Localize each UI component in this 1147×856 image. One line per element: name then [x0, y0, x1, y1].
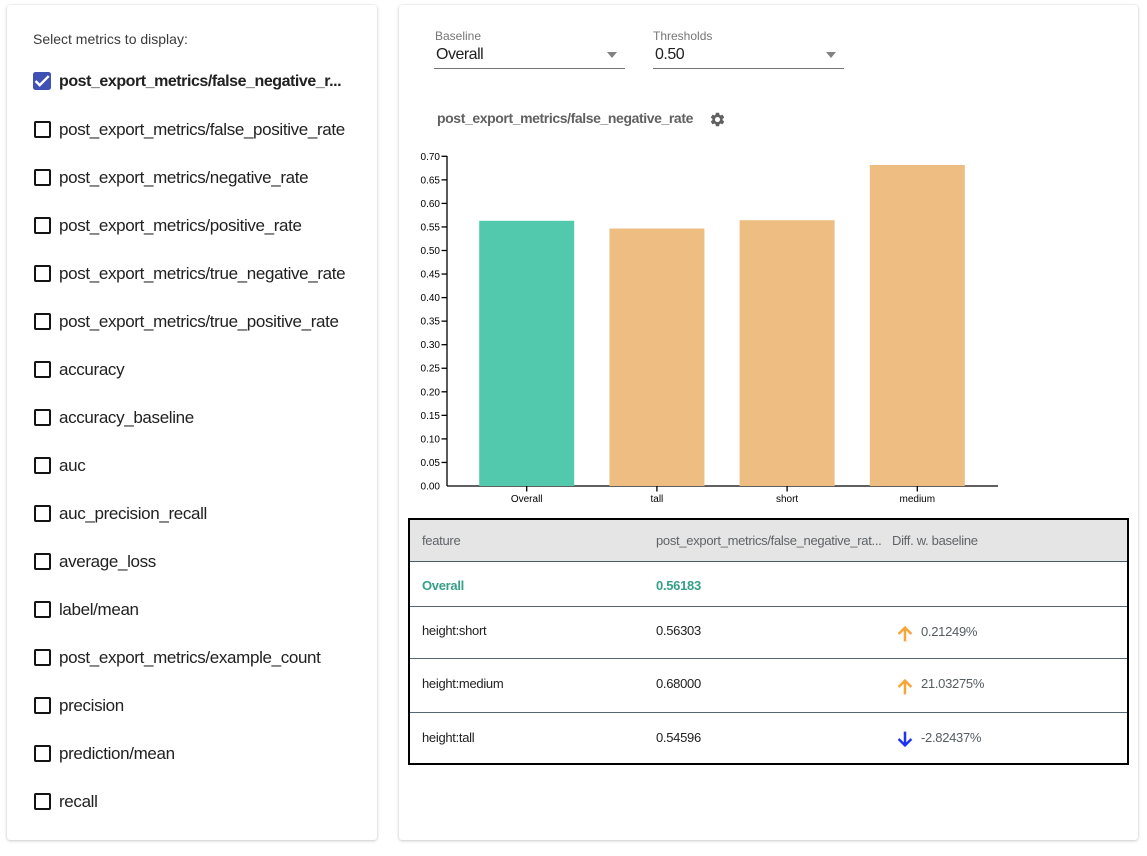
svg-text:Overall: Overall [511, 494, 543, 505]
svg-text:0.10: 0.10 [421, 434, 441, 445]
svg-text:short: short [776, 494, 798, 505]
svg-text:0.60: 0.60 [421, 199, 441, 210]
svg-text:0.50: 0.50 [421, 246, 441, 257]
svg-text:0.55: 0.55 [421, 222, 441, 233]
svg-text:0.35: 0.35 [421, 317, 441, 328]
svg-text:0.65: 0.65 [421, 175, 441, 186]
svg-text:medium: medium [900, 494, 936, 505]
svg-text:0.15: 0.15 [421, 411, 441, 422]
svg-text:0.70: 0.70 [421, 152, 441, 163]
svg-text:0.25: 0.25 [421, 364, 441, 375]
svg-text:0.00: 0.00 [421, 482, 441, 493]
svg-text:0.40: 0.40 [421, 293, 441, 304]
svg-text:0.05: 0.05 [421, 458, 441, 469]
svg-text:0.20: 0.20 [421, 387, 441, 398]
svg-text:0.45: 0.45 [421, 270, 441, 281]
svg-text:tall: tall [651, 494, 664, 505]
svg-text:0.30: 0.30 [421, 340, 441, 351]
